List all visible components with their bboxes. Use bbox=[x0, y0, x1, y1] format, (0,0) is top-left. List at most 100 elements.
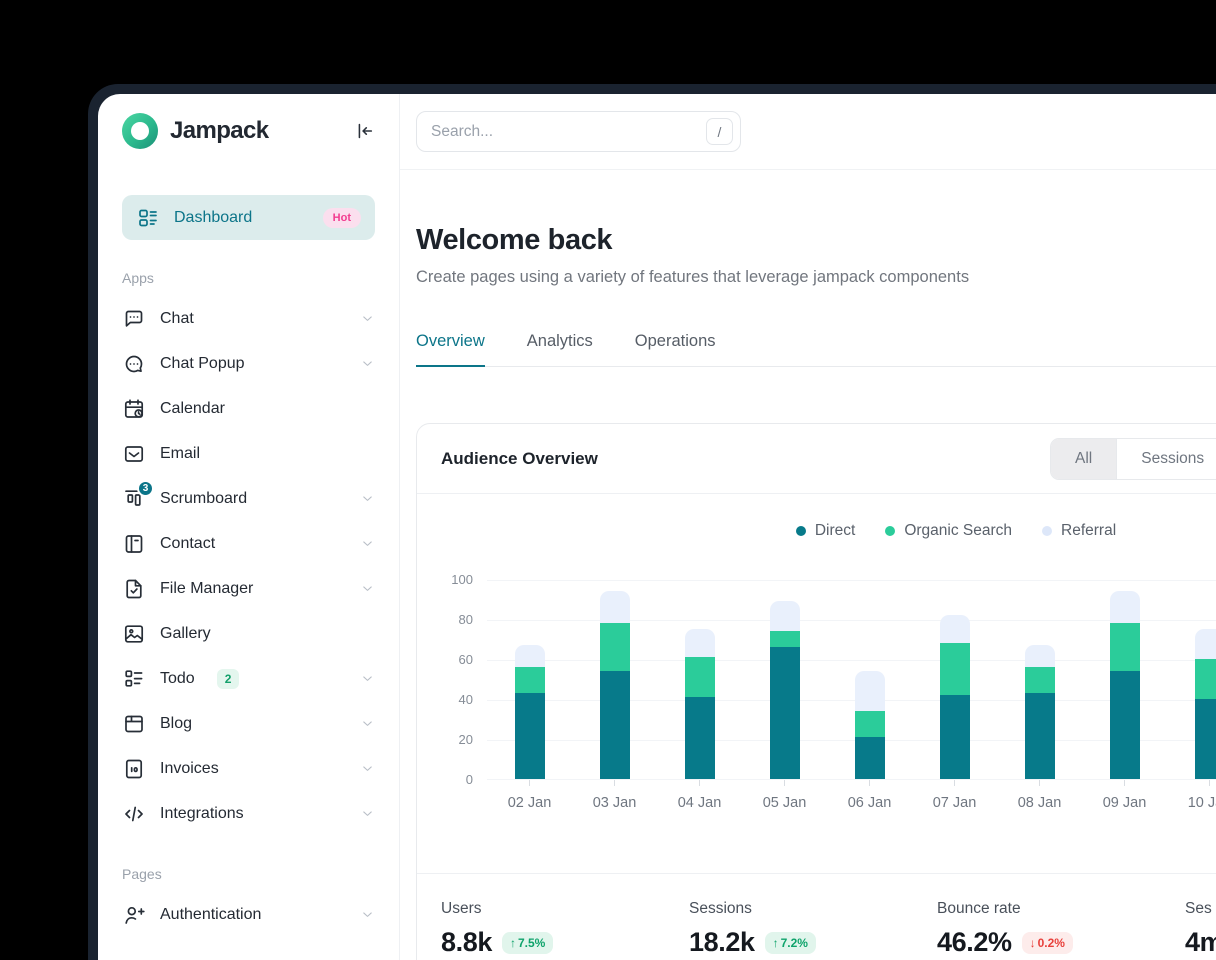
jampack-logo-icon bbox=[122, 113, 158, 149]
legend-item-organic-search[interactable]: Organic Search bbox=[885, 522, 1012, 540]
sidebar-header: Jampack bbox=[122, 94, 375, 168]
sidebar-item-label: Chat bbox=[160, 309, 194, 327]
sidebar-item-email[interactable]: Email bbox=[122, 431, 375, 476]
bar-segment-organic-search bbox=[684, 657, 715, 697]
app-frame: Jampack Dashboard Hot Apps Chat Chat Popup Ca… bbox=[88, 84, 1216, 960]
bar-segment-organic-search bbox=[1024, 667, 1055, 693]
sidebar-item-chat-popup[interactable]: Chat Popup bbox=[122, 341, 375, 386]
tab-analytics[interactable]: Analytics bbox=[527, 332, 593, 366]
legend-dot bbox=[1042, 526, 1053, 536]
bar-segment-direct bbox=[514, 693, 545, 779]
sidebar-item-label: Invoices bbox=[160, 759, 219, 777]
chevron-down-icon bbox=[363, 541, 372, 546]
bar-slot bbox=[572, 579, 657, 779]
stat-value: 18.2k bbox=[689, 927, 755, 957]
bar-10-jan[interactable] bbox=[1194, 629, 1216, 779]
chart-legend: Direct Organic Search Referral bbox=[441, 522, 1216, 540]
main-area: / Welcome back Create pages using a vari… bbox=[400, 94, 1216, 960]
search-box[interactable]: / bbox=[416, 111, 741, 152]
bar-segment-direct bbox=[684, 697, 715, 779]
chevron-down-icon bbox=[363, 912, 372, 917]
x-axis-tick bbox=[954, 780, 955, 786]
bar-02-jan[interactable] bbox=[514, 645, 545, 779]
legend-item-direct[interactable]: Direct bbox=[795, 522, 855, 540]
x-axis-label: 10 Jan bbox=[1187, 795, 1216, 811]
sidebar-section-label: Apps bbox=[122, 270, 154, 286]
legend-dot bbox=[885, 526, 896, 536]
x-axis-tick bbox=[1209, 780, 1210, 786]
sidebar-item-calendar[interactable]: Calendar bbox=[122, 386, 375, 431]
stat-users: Users 8.8k ↑ 7.5% bbox=[441, 900, 689, 958]
x-axis-label: 05 Jan bbox=[762, 795, 807, 811]
search-input[interactable] bbox=[431, 122, 706, 141]
bar-slot bbox=[912, 579, 997, 779]
sidebar-item-authentication[interactable]: Authentication bbox=[122, 892, 375, 937]
sidebar-item-contact[interactable]: Contact bbox=[122, 521, 375, 566]
tick-slot bbox=[1082, 780, 1167, 786]
chevron-down-icon bbox=[363, 361, 372, 366]
file-manager-icon bbox=[126, 579, 142, 598]
contact-icon bbox=[125, 534, 143, 553]
x-axis-tick bbox=[614, 780, 615, 786]
y-axis-label: 40 bbox=[458, 692, 473, 707]
plot-area bbox=[487, 580, 1216, 780]
bar-07-jan[interactable] bbox=[939, 615, 970, 779]
bar-segment-referral bbox=[1109, 591, 1140, 623]
bar-segment-direct bbox=[769, 647, 800, 779]
bar-segment-direct bbox=[1109, 671, 1140, 779]
sidebar-item-label: Gallery bbox=[160, 624, 211, 642]
bar-06-jan[interactable] bbox=[854, 671, 885, 779]
sidebar-item-blog[interactable]: Blog bbox=[122, 701, 375, 746]
sidebar-item-todo[interactable]: Todo 2 bbox=[122, 656, 375, 701]
bar-04-jan[interactable] bbox=[684, 629, 715, 779]
sidebar-item-scrumboard[interactable]: 3 Scrumboard bbox=[122, 476, 375, 521]
bar-slot bbox=[827, 579, 912, 779]
x-axis-label: 04 Jan bbox=[677, 795, 722, 811]
sidebar-item-label: Email bbox=[160, 444, 201, 462]
bar-09-jan[interactable] bbox=[1109, 591, 1140, 779]
sidebar-nav: Dashboard Hot Apps Chat Chat Popup Calendar Em… bbox=[122, 195, 375, 937]
sidebar-section-label: Pages bbox=[122, 866, 162, 882]
sidebar-item-invoices[interactable]: Invoices bbox=[122, 746, 375, 791]
x-axis-tick bbox=[699, 780, 700, 786]
chat-popup-icon bbox=[125, 355, 143, 372]
arrow-up-icon: ↑ bbox=[509, 935, 516, 950]
tick-slot bbox=[912, 780, 997, 786]
bar-segment-direct bbox=[939, 695, 970, 779]
tab-overview[interactable]: Overview bbox=[416, 332, 485, 367]
bar-segment-referral bbox=[684, 629, 715, 657]
slash-shortcut-badge: / bbox=[706, 118, 733, 145]
bar-slot bbox=[1082, 579, 1167, 779]
tab-operations[interactable]: Operations bbox=[635, 332, 716, 366]
segment-all[interactable]: All bbox=[1051, 439, 1117, 479]
collapse-sidebar-button[interactable] bbox=[353, 120, 375, 142]
stat-label: Bounce rate bbox=[937, 900, 1021, 917]
sidebar-item-dashboard[interactable]: Dashboard Hot bbox=[122, 195, 375, 240]
bar-03-jan[interactable] bbox=[599, 591, 630, 779]
sidebar-item-chat[interactable]: Chat bbox=[122, 296, 375, 341]
sidebar-item-label: File Manager bbox=[160, 579, 254, 597]
sidebar-item-gallery[interactable]: Gallery bbox=[122, 611, 375, 656]
chevron-down-icon bbox=[363, 811, 372, 816]
x-axis-label: 08 Jan bbox=[1017, 795, 1062, 811]
invoices-icon bbox=[125, 759, 143, 778]
legend-item-referral[interactable]: Referral bbox=[1042, 522, 1116, 540]
integrations-icon bbox=[125, 806, 143, 821]
bar-08-jan[interactable] bbox=[1024, 645, 1055, 779]
hot-badge: Hot bbox=[322, 207, 361, 228]
sidebar-item-integrations[interactable]: Integrations bbox=[122, 791, 375, 836]
bar-segment-referral bbox=[599, 591, 630, 623]
scrumboard-count-badge: 3 bbox=[137, 479, 154, 497]
sidebar-item-file-manager[interactable]: File Manager bbox=[122, 566, 375, 611]
segment-sessions[interactable]: Sessions bbox=[1116, 439, 1216, 479]
tick-slot bbox=[1167, 780, 1216, 786]
bar-segment-referral bbox=[939, 615, 970, 643]
bar-05-jan[interactable] bbox=[769, 601, 800, 779]
tick-slot bbox=[657, 780, 742, 786]
y-axis-label: 60 bbox=[458, 652, 473, 667]
sidebar-item-label: Integrations bbox=[160, 804, 244, 822]
stat-ses: Ses 4m bbox=[1185, 900, 1216, 958]
app-title: Jampack bbox=[170, 117, 269, 144]
email-icon bbox=[124, 445, 144, 462]
stats-row: Users 8.8k ↑ 7.5% Sessions 18.2k ↑ 7.2% Bounce… bbox=[417, 873, 1216, 960]
